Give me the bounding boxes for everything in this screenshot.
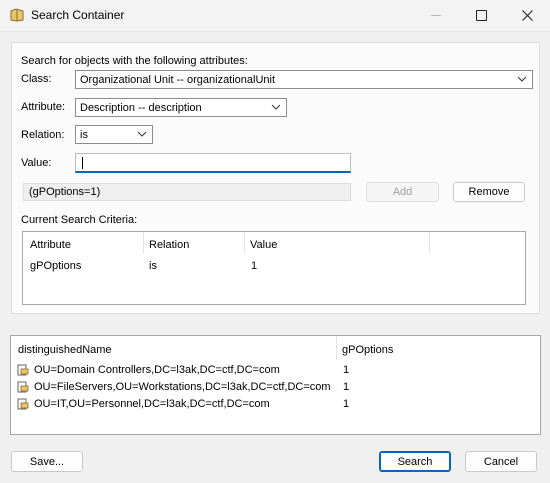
cell-distinguishedname: OU=IT,OU=Personnel,DC=l3ak,DC=ctf,DC=com: [34, 398, 270, 410]
close-icon: [521, 10, 533, 21]
class-label: Class:: [21, 73, 52, 85]
cell-distinguishedname: OU=Domain Controllers,DC=l3ak,DC=ctf,DC=…: [34, 364, 280, 376]
minimize-icon: [431, 15, 441, 16]
criteria-list[interactable]: Attribute Relation Value gPOptions is 1: [22, 231, 526, 305]
column-header-value[interactable]: Value: [250, 239, 277, 251]
column-header-distinguishedname[interactable]: distinguishedName: [18, 344, 112, 356]
column-divider[interactable]: [429, 232, 430, 253]
cell-relation: is: [149, 260, 157, 272]
attribute-dropdown-value: Description -- description: [80, 102, 202, 114]
table-row[interactable]: gPOptions is 1: [23, 258, 523, 276]
filter-text: (gPOptions=1): [29, 186, 101, 198]
value-label: Value:: [21, 157, 52, 169]
maximize-button[interactable]: [458, 0, 504, 31]
table-row[interactable]: OU=Domain Controllers,DC=l3ak,DC=ctf,DC=…: [11, 362, 538, 379]
chevron-down-icon: [271, 104, 281, 110]
column-header-gpoptions[interactable]: gPOptions: [342, 344, 393, 356]
book-icon: [10, 8, 24, 22]
column-divider[interactable]: [244, 232, 245, 253]
ou-icon: [17, 398, 29, 410]
cell-gpoptions: 1: [343, 381, 350, 393]
minimize-button[interactable]: [413, 0, 459, 31]
search-button[interactable]: Search: [379, 451, 451, 472]
attribute-label: Attribute:: [21, 101, 66, 113]
cell-distinguishedname: OU=FileServers,OU=Workstations,DC=l3ak,D…: [34, 381, 331, 393]
ou-icon: [17, 364, 29, 376]
text-caret: [82, 157, 83, 169]
column-divider[interactable]: [143, 232, 144, 253]
remove-button[interactable]: Remove: [453, 182, 525, 202]
results-list[interactable]: distinguishedName gPOptions OU=Domain Co…: [10, 335, 541, 435]
add-button[interactable]: Add: [366, 182, 439, 202]
attribute-dropdown[interactable]: Description -- description: [75, 98, 287, 117]
chevron-down-icon: [137, 131, 147, 137]
save-button[interactable]: Save...: [11, 451, 83, 472]
cancel-button[interactable]: Cancel: [465, 451, 537, 472]
relation-dropdown[interactable]: is: [75, 125, 153, 144]
class-dropdown-value: Organizational Unit -- organizationalUni…: [80, 74, 276, 86]
ou-icon: [17, 381, 29, 393]
cell-gpoptions: 1: [343, 364, 350, 376]
chevron-down-icon: [517, 76, 527, 82]
class-dropdown[interactable]: Organizational Unit -- organizationalUni…: [75, 70, 533, 89]
column-header-attribute[interactable]: Attribute: [30, 239, 71, 251]
filter-preview: (gPOptions=1): [23, 183, 351, 201]
column-divider[interactable]: [336, 336, 337, 360]
cell-attribute: gPOptions: [30, 260, 82, 272]
value-input[interactable]: [75, 153, 351, 173]
relation-label: Relation:: [21, 129, 65, 141]
criteria-heading: Search for objects with the following at…: [21, 55, 248, 67]
close-button[interactable]: [504, 0, 550, 31]
table-row[interactable]: OU=IT,OU=Personnel,DC=l3ak,DC=ctf,DC=com…: [11, 396, 538, 413]
maximize-icon: [475, 10, 487, 21]
relation-dropdown-value: is: [80, 129, 88, 141]
table-row[interactable]: OU=FileServers,OU=Workstations,DC=l3ak,D…: [11, 379, 538, 396]
title-bar: Search Container: [0, 0, 550, 32]
cell-gpoptions: 1: [343, 398, 350, 410]
cell-value: 1: [251, 260, 258, 272]
window-title: Search Container: [31, 8, 125, 22]
column-header-relation[interactable]: Relation: [149, 239, 189, 251]
current-criteria-label: Current Search Criteria:: [21, 214, 138, 226]
